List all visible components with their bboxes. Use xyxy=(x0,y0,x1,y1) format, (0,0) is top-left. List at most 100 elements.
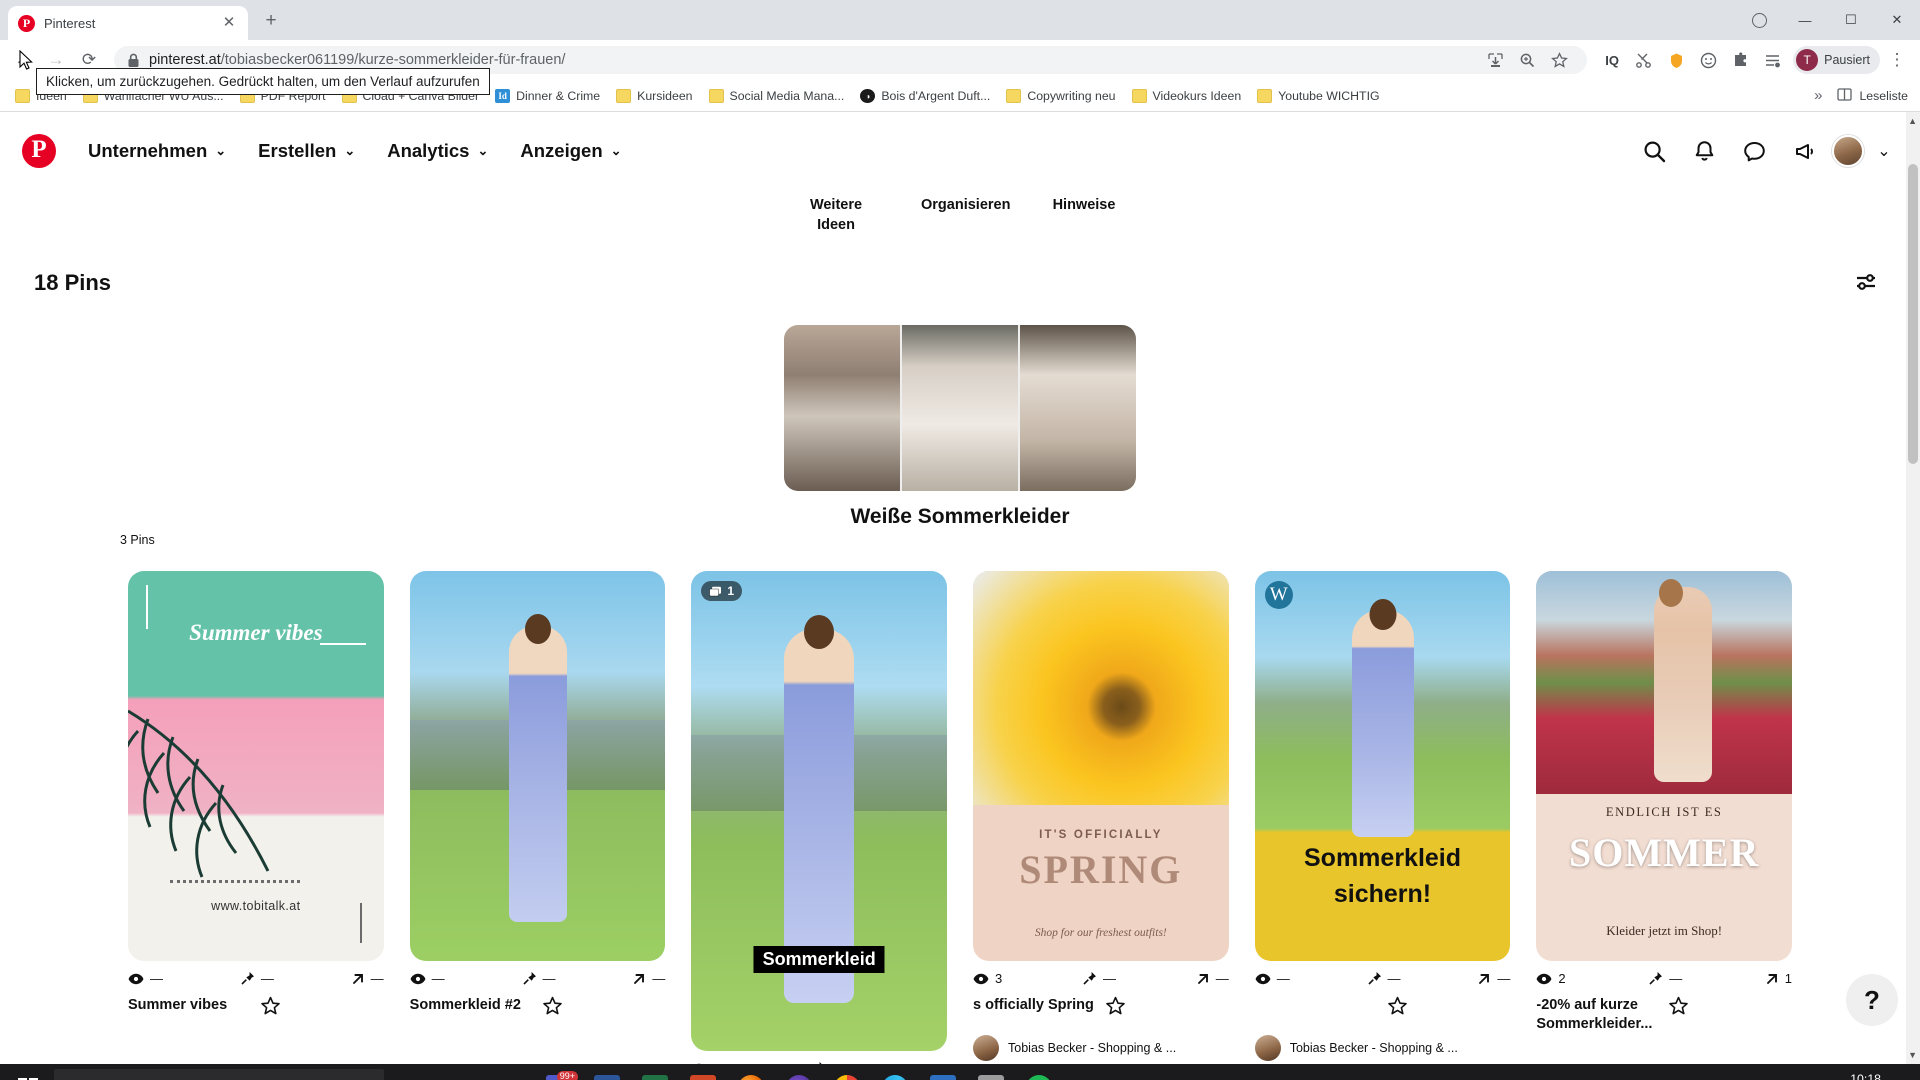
pin-thumbnail[interactable]: 1 Sommerkleid xyxy=(691,571,948,1052)
scroll-down-arrow-icon[interactable]: ▼ xyxy=(1908,1050,1917,1060)
pin-thumbnail[interactable]: W Sommerkleid sichern! xyxy=(1254,571,1511,962)
edge-icon[interactable] xyxy=(872,1064,918,1080)
saves-value: — xyxy=(260,971,274,987)
shield-icon[interactable] xyxy=(1661,45,1691,75)
nav-item-anzeigen[interactable]: Anzeigen ⌄ xyxy=(504,130,637,172)
tab-hinweise[interactable]: Hinweise xyxy=(1045,196,1123,235)
favorite-star-icon[interactable] xyxy=(260,996,384,1023)
firefox-icon[interactable] xyxy=(728,1064,774,1080)
chrome-menu-button[interactable]: ⋮ xyxy=(1882,45,1912,75)
pin-owner[interactable]: Tobias Becker - Shopping & ... xyxy=(973,1034,1229,1061)
spotify-icon[interactable] xyxy=(1016,1064,1062,1080)
profile-chip[interactable]: T Pausiert xyxy=(1793,46,1880,74)
bell-icon[interactable] xyxy=(1682,129,1726,173)
favorite-star-icon[interactable] xyxy=(1387,996,1511,1023)
teams-icon[interactable]: T 99+ xyxy=(536,1064,582,1080)
pin-thumbnail[interactable]: Summer vibes www.tobitalk.at xyxy=(128,571,384,962)
pinterest-icon: P xyxy=(18,14,35,32)
clicks-stat: — xyxy=(1196,971,1229,986)
pin-thumbnail[interactable]: ENDLICH IST ES SOMMER Kleider jetzt im S… xyxy=(1536,571,1793,962)
extension-scissors-icon[interactable] xyxy=(1629,45,1659,75)
powerpoint-icon[interactable]: P xyxy=(680,1064,726,1080)
maximize-button[interactable]: ☐ xyxy=(1828,0,1874,40)
avatar[interactable] xyxy=(1832,135,1864,167)
reading-list-label[interactable]: Leseliste xyxy=(1859,89,1908,103)
file-explorer-icon[interactable] xyxy=(488,1064,534,1080)
smiley-icon[interactable] xyxy=(1693,45,1723,75)
iq-icon[interactable]: IQ xyxy=(1597,45,1627,75)
folder-icon xyxy=(616,88,632,103)
views-value: — xyxy=(150,971,163,987)
windows-icon[interactable] xyxy=(4,1064,52,1080)
bookmark-item[interactable]: ◑ Bois d'Argent Duft... xyxy=(853,85,997,107)
bookmarks-overflow-button[interactable]: » xyxy=(1806,87,1830,104)
sliders-icon[interactable] xyxy=(1846,263,1886,303)
tab-organisieren[interactable]: Organisieren xyxy=(921,196,1010,235)
bookmark-item[interactable]: Id Dinner & Crime xyxy=(488,85,607,107)
task-view-icon[interactable] xyxy=(440,1064,486,1080)
dark-site-icon: ◑ xyxy=(860,88,876,103)
opera-icon[interactable] xyxy=(776,1064,822,1080)
tab-weitere-ideen[interactable]: Weitere Ideen xyxy=(797,196,875,235)
excel-icon[interactable]: X xyxy=(632,1064,678,1080)
bookmark-item[interactable]: Youtube WICHTIG xyxy=(1250,85,1386,107)
account-chevron-down-icon[interactable]: ⌄ xyxy=(1870,129,1898,173)
record-indicator-icon[interactable] xyxy=(1736,0,1782,40)
bookmark-label: Kursideen xyxy=(637,88,693,103)
saves-value: — xyxy=(1102,971,1116,987)
wordpress-icon: W xyxy=(1264,581,1293,610)
chrome-icon[interactable] xyxy=(824,1064,870,1080)
pin-owner[interactable]: Tobias Becker - Shopping & ... xyxy=(1254,1034,1511,1061)
bookmark-item[interactable]: Kursideen xyxy=(609,85,699,107)
omnibox-actions xyxy=(1480,45,1574,75)
pin-overlay-headline: SPRING xyxy=(1019,847,1183,893)
favorite-star-icon[interactable] xyxy=(542,996,666,1023)
list-icon[interactable] xyxy=(1757,45,1787,75)
install-icon[interactable] xyxy=(1480,45,1510,75)
eye-icon xyxy=(1536,973,1552,985)
favorite-star-icon[interactable] xyxy=(1105,996,1229,1023)
scroll-up-arrow-icon[interactable]: ▲ xyxy=(1908,116,1917,126)
page-scrollbar[interactable]: ▲ ▼ xyxy=(1906,112,1920,1064)
board-title: Weiße Sommerkleider xyxy=(850,505,1070,529)
pdf-icon[interactable] xyxy=(968,1064,1014,1080)
pin-stats: — — — xyxy=(410,971,666,986)
nav-item-analytics[interactable]: Analytics ⌄ xyxy=(371,130,504,172)
new-tab-button[interactable]: + xyxy=(254,4,288,38)
views-value: 3 xyxy=(995,971,1003,987)
pin-stats: 3 — — xyxy=(973,971,1229,986)
chat-icon[interactable] xyxy=(1732,129,1776,173)
close-icon[interactable]: ✕ xyxy=(220,14,238,32)
browser-tab-pinterest[interactable]: P Pinterest ✕ xyxy=(8,6,248,40)
close-window-button[interactable]: ✕ xyxy=(1874,0,1920,40)
search-input[interactable]: Zur Suche Text hier eingeben xyxy=(54,1069,384,1080)
pin-thumbnail[interactable] xyxy=(409,571,666,962)
bookmark-star-icon[interactable] xyxy=(1544,45,1574,75)
url-path: /tobiasbecker061199/kurze-sommerkleider-… xyxy=(220,52,566,68)
pinterest-logo-icon[interactable]: P xyxy=(22,134,56,168)
help-button[interactable]: ? xyxy=(1846,974,1898,1026)
search-icon[interactable] xyxy=(1632,129,1676,173)
clock[interactable]: 10:18 30.04.2021 xyxy=(1819,1072,1881,1080)
lock-icon xyxy=(128,53,139,67)
scrollbar-thumb[interactable] xyxy=(1908,164,1918,464)
cortana-icon[interactable] xyxy=(392,1064,438,1080)
pin-thumbnail[interactable]: IT'S OFFICIALLY SPRING Shop for our fres… xyxy=(973,571,1229,962)
megaphone-icon[interactable] xyxy=(1782,129,1826,173)
board-thumbnail[interactable] xyxy=(784,325,1136,492)
nav-item-unternehmen[interactable]: Unternehmen ⌄ xyxy=(72,130,242,172)
pin-overlay-subtext: www.tobitalk.at xyxy=(211,899,301,914)
store-icon[interactable] xyxy=(920,1064,966,1080)
bookmark-item[interactable]: Copywriting neu xyxy=(999,85,1122,107)
avatar xyxy=(1254,1034,1281,1061)
bookmark-item[interactable]: Videokurs Ideen xyxy=(1125,85,1249,107)
bookmark-item[interactable]: Social Media Mana... xyxy=(702,85,852,107)
minimize-button[interactable]: — xyxy=(1782,0,1828,40)
board-pins-count: 3 Pins xyxy=(120,533,155,548)
word-icon[interactable]: W xyxy=(584,1064,630,1080)
pin-card: Summer vibes www.tobitalk.at — — — Summe… xyxy=(128,571,384,1023)
zoom-icon[interactable] xyxy=(1512,45,1542,75)
puzzle-icon[interactable] xyxy=(1725,45,1755,75)
favorite-star-icon[interactable] xyxy=(1668,996,1792,1023)
nav-item-erstellen[interactable]: Erstellen ⌄ xyxy=(242,130,371,172)
